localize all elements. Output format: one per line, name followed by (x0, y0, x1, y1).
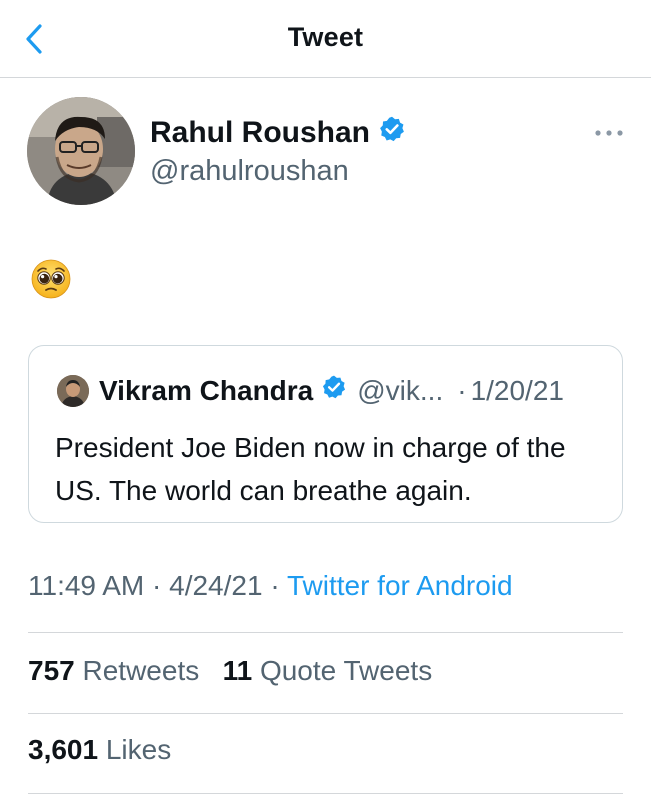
divider (28, 632, 623, 633)
retweets-count: 757 (28, 655, 75, 686)
quote-author-avatar (57, 375, 89, 407)
tweet-meta: 11:49 AM · 4/24/21 · Twitter for Android (28, 570, 513, 602)
divider (28, 713, 623, 714)
pleading-face-emoji-icon (31, 259, 71, 299)
page-title: Tweet (287, 22, 364, 52)
tweet-detail-page: Tweet Rahul Roushan @rahulroushan Vikram… (0, 0, 651, 800)
likes-stat[interactable]: 3,601 Likes (28, 734, 171, 766)
top-bar: Tweet (0, 0, 651, 78)
author-handle[interactable]: @rahulroushan (150, 155, 349, 188)
quote-date: 1/20/21 (470, 374, 564, 406)
more-options-button[interactable] (592, 124, 626, 142)
divider (28, 793, 623, 794)
tweet-source-link[interactable]: Twitter for Android (287, 570, 513, 601)
quote-text: President Joe Biden now in charge of the… (55, 432, 566, 506)
quote-author-handle: @vik... (357, 374, 444, 406)
quote-separator: · (457, 374, 467, 406)
likes-count: 3,601 (28, 734, 99, 765)
tweet-text (30, 258, 72, 300)
quote-tweets-stat[interactable]: 11 Quote Tweets (223, 655, 433, 686)
retweets-stat[interactable]: 757 Retweets (28, 655, 199, 686)
author-name[interactable]: Rahul Roushan (150, 115, 406, 151)
quote-tweets-count: 11 (222, 655, 253, 686)
engagement-stats: 757 Retweets 11 Quote Tweets (28, 655, 432, 687)
likes-label: Likes (105, 734, 172, 765)
meta-separator: · (144, 570, 170, 601)
verified-badge-icon (321, 374, 347, 407)
quote-header: Vikram Chandra @vik... · 1/20/21 (99, 374, 564, 407)
meta-separator: · (262, 570, 287, 601)
verified-badge-icon (378, 115, 406, 151)
author-name-text: Rahul Roushan (150, 116, 371, 149)
more-icon (595, 130, 623, 136)
retweets-label: Retweets (82, 655, 200, 686)
quote-tweets-label: Quote Tweets (259, 655, 433, 686)
quote-author-name: Vikram Chandra (99, 374, 314, 406)
quoted-tweet-card[interactable]: Vikram Chandra @vik... · 1/20/21 Preside… (28, 345, 623, 523)
avatar-image (27, 97, 135, 205)
tweet-time: 11:49 AM (28, 570, 145, 601)
author-avatar[interactable] (27, 97, 135, 205)
tweet-date: 4/24/21 (169, 570, 263, 601)
